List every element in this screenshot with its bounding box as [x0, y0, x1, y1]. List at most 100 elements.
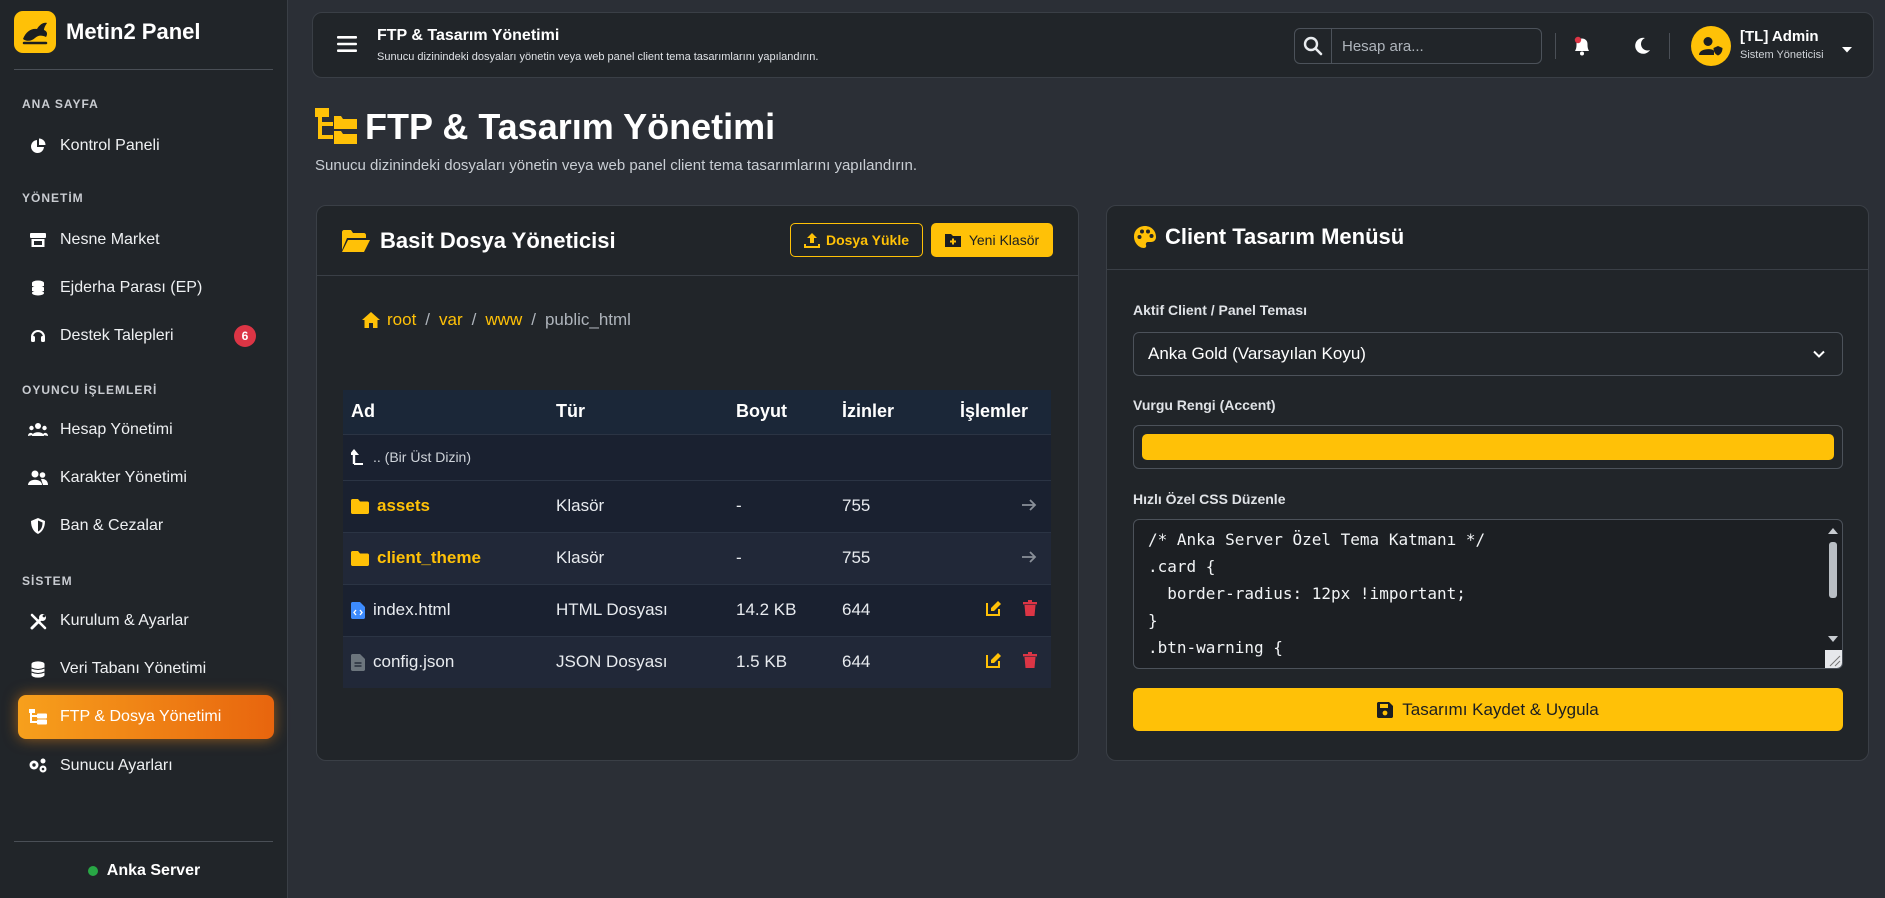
sidebar-item-ejderha-parasi[interactable]: Ejderha Parası (EP) [18, 266, 274, 310]
file-manager-card: Basit Dosya Yöneticisi Dosya Yükle Yeni … [316, 205, 1079, 761]
breadcrumb-var[interactable]: var [439, 310, 463, 330]
theme-select[interactable]: Anka Gold (Varsayılan Koyu) [1133, 332, 1843, 376]
file-size: 14.2 KB [728, 583, 834, 636]
card-header-divider [317, 275, 1078, 276]
store-icon [28, 230, 48, 250]
sidebar-item-kontrol-paneli[interactable]: Kontrol Paneli [18, 124, 274, 168]
breadcrumb-www[interactable]: www [485, 310, 522, 330]
sidebar-item-ban-cezalar[interactable]: Ban & Cezalar [18, 504, 274, 548]
save-icon [1377, 701, 1394, 718]
save-design-label: Tasarımı Kaydet & Uygula [1402, 699, 1599, 719]
trash-icon[interactable] [1023, 651, 1037, 668]
search-button[interactable] [1295, 29, 1332, 63]
css-label: Hızlı Özel CSS Düzenle [1133, 491, 1286, 507]
user-shield-icon [1699, 37, 1723, 56]
dragon-logo-icon [14, 11, 56, 53]
sidebar-item-nesne-market[interactable]: Nesne Market [18, 218, 274, 262]
user-role: Sistem Yöneticisi [1740, 49, 1824, 61]
topbar-divider [1669, 33, 1670, 59]
col-boyut: Boyut [728, 390, 834, 434]
brand-divider [14, 69, 273, 70]
file-size: 1.5 KB [728, 635, 834, 688]
accent-color-picker[interactable] [1133, 425, 1843, 469]
support-count-badge: 6 [234, 325, 256, 347]
breadcrumb-root[interactable]: root [387, 310, 416, 330]
sidebar-item-ftp-dosya[interactable]: FTP & Dosya Yönetimi [18, 695, 274, 739]
sidebar-item-sunucu-ayarlari[interactable]: Sunucu Ayarları [18, 744, 274, 788]
search-icon [1303, 36, 1323, 56]
search-input[interactable] [1332, 29, 1541, 63]
sidebar: Metin2 Panel ANA SAYFA Kontrol Paneli YÖ… [0, 0, 288, 898]
file-name[interactable]: assets [377, 496, 430, 516]
user-name[interactable]: [TL] Admin [1740, 28, 1819, 45]
editor-scrollbar[interactable] [1824, 520, 1842, 668]
section-yonetim: YÖNETİM [22, 191, 84, 205]
custom-css-editor[interactable]: /* Anka Server Özel Tema Katmanı */ .car… [1133, 519, 1843, 669]
table-row[interactable]: config.json JSON Dosyası 1.5 KB 644 [343, 635, 1051, 688]
folder-open-icon [342, 230, 370, 252]
footer-divider [14, 841, 273, 842]
file-size: - [728, 479, 834, 532]
col-izinler: İzinler [834, 390, 952, 434]
shield-icon [28, 516, 48, 536]
file-type: Klasör [548, 531, 728, 584]
gears-icon [28, 756, 48, 776]
theme-label: Aktif Client / Panel Teması [1133, 302, 1308, 318]
notification-bell-icon[interactable] [1570, 34, 1594, 58]
folder-tree-icon [28, 707, 48, 727]
table-row[interactable]: client_theme Klasör - 755 [343, 531, 1051, 584]
folder-icon [351, 550, 369, 566]
sidebar-item-kurulum-ayarlar[interactable]: Kurulum & Ayarlar [18, 599, 274, 643]
brand[interactable]: Metin2 Panel [0, 0, 287, 64]
file-icon [351, 653, 365, 671]
sidebar-item-label: Sunucu Ayarları [60, 757, 173, 774]
topbar-divider [1555, 33, 1556, 59]
accent-color-swatch [1142, 434, 1834, 460]
sidebar-item-hesap-yonetimi[interactable]: Hesap Yönetimi [18, 408, 274, 452]
edit-icon[interactable] [986, 600, 1002, 616]
file-name[interactable]: index.html [373, 600, 450, 620]
topbar: FTP & Tasarım Yönetimi Sunucu dizinindek… [312, 12, 1874, 78]
file-size: - [728, 531, 834, 584]
file-manager-title: Basit Dosya Yöneticisi [342, 228, 616, 254]
sidebar-item-label: Destek Talepleri [60, 327, 174, 344]
palette-icon [1134, 226, 1156, 248]
breadcrumb-separator: / [531, 310, 536, 329]
sidebar-item-label: Kontrol Paneli [60, 137, 160, 154]
table-row[interactable]: index.html HTML Dosyası 14.2 KB 644 [343, 583, 1051, 636]
section-ana-sayfa: ANA SAYFA [22, 97, 99, 111]
hamburger-menu-icon[interactable] [337, 35, 357, 53]
new-folder-button[interactable]: Yeni Klasör [931, 223, 1053, 257]
dark-mode-toggle-icon[interactable] [1631, 34, 1655, 58]
save-design-button[interactable]: Tasarımı Kaydet & Uygula [1133, 688, 1843, 731]
sidebar-item-destek-talepleri[interactable]: Destek Talepleri 6 [18, 314, 274, 358]
css-code[interactable]: /* Anka Server Özel Tema Katmanı */ .car… [1134, 520, 1842, 667]
sidebar-item-label: Nesne Market [60, 231, 160, 248]
parent-directory-row[interactable]: .. (Bir Üst Dizin) [343, 433, 1051, 480]
brand-name: Metin2 Panel [66, 19, 201, 44]
file-type: Klasör [548, 479, 728, 532]
user-menu-caret-icon[interactable] [1841, 41, 1853, 59]
sidebar-item-label: Ejderha Parası (EP) [60, 279, 203, 296]
sidebar-item-karakter-yonetimi[interactable]: Karakter Yönetimi [18, 456, 274, 500]
users-icon [28, 420, 48, 440]
upload-file-button[interactable]: Dosya Yükle [790, 223, 923, 257]
account-search [1294, 28, 1542, 64]
table-row[interactable]: assets Klasör - 755 [343, 479, 1051, 532]
file-permissions: 755 [834, 479, 952, 532]
arrow-right-icon[interactable] [1021, 551, 1037, 563]
file-name[interactable]: config.json [373, 652, 454, 672]
page-title: FTP & Tasarım Yönetimi [365, 106, 776, 147]
coins-icon [28, 278, 48, 298]
admin-avatar[interactable] [1691, 26, 1731, 66]
sidebar-item-label: Kurulum & Ayarlar [60, 612, 189, 629]
trash-icon[interactable] [1023, 599, 1037, 616]
user-group-icon [28, 468, 48, 488]
online-status-dot [87, 866, 98, 876]
file-type: HTML Dosyası [548, 583, 728, 636]
col-tur: Tür [548, 390, 728, 434]
edit-icon[interactable] [986, 652, 1002, 668]
sidebar-item-veri-tabani[interactable]: Veri Tabanı Yönetimi [18, 647, 274, 691]
file-name[interactable]: client_theme [377, 548, 481, 568]
arrow-right-icon[interactable] [1021, 499, 1037, 511]
